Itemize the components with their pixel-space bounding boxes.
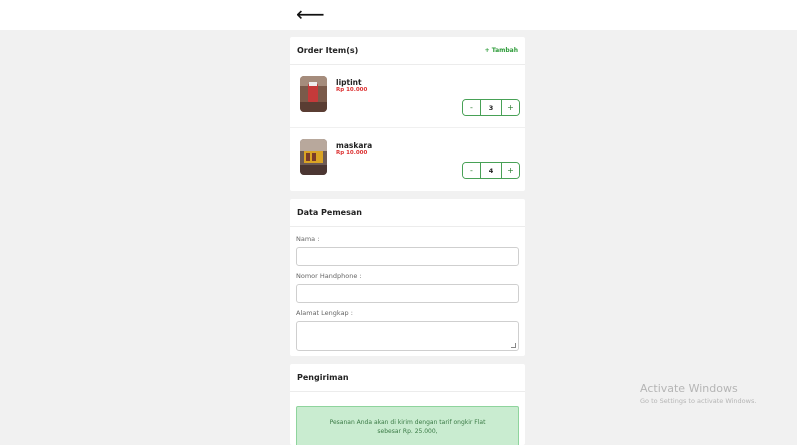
customer-data-title: Data Pemesan: [297, 208, 362, 217]
shipping-card: Pengiriman Pesanan Anda akan di kirim de…: [290, 364, 525, 445]
item-name: liptint: [336, 78, 362, 87]
back-arrow-icon[interactable]: ⟵: [296, 4, 325, 24]
customer-data-card: Data Pemesan Nama : Nomor Handphone : Al…: [290, 199, 525, 356]
item-price: Rp 10.000: [336, 87, 368, 93]
order-items-header: Order Item(s) + Tambah: [290, 37, 525, 65]
increment-button[interactable]: +: [502, 100, 519, 115]
shipping-notice: Pesanan Anda akan di kirim dengan tarif …: [296, 406, 519, 445]
increment-button[interactable]: +: [502, 163, 519, 178]
top-bar: ⟵: [0, 0, 797, 30]
quantity-stepper: - 3 +: [462, 99, 520, 116]
name-field[interactable]: [296, 247, 519, 266]
order-item: liptint Rp 10.000 - 3 +: [290, 65, 525, 128]
product-image: [300, 139, 327, 175]
product-image: [300, 76, 327, 112]
decrement-button[interactable]: -: [463, 100, 480, 115]
quantity-stepper: - 4 +: [462, 162, 520, 179]
order-item: maskara Rp 10.000 - 4 +: [290, 128, 525, 191]
item-name: maskara: [336, 141, 373, 150]
shipping-title: Pengiriman: [297, 373, 349, 382]
quantity-value: 4: [480, 163, 502, 178]
phone-label: Nomor Handphone :: [296, 272, 362, 280]
windows-activation-watermark: Activate Windows Go to Settings to activ…: [640, 382, 756, 405]
resize-handle-icon[interactable]: [511, 343, 516, 348]
shipping-header: Pengiriman: [290, 364, 525, 392]
decrement-button[interactable]: -: [463, 163, 480, 178]
address-label: Alamat Lengkap :: [296, 309, 353, 317]
watermark-subtitle: Go to Settings to activate Windows.: [640, 397, 757, 405]
customer-data-header: Data Pemesan: [290, 199, 525, 227]
add-item-link[interactable]: + Tambah: [485, 47, 518, 54]
watermark-title: Activate Windows: [640, 382, 738, 395]
customer-form: Nama : Nomor Handphone : Alamat Lengkap …: [290, 227, 525, 359]
order-items-card: Order Item(s) + Tambah liptint Rp 10.000…: [290, 37, 525, 191]
item-price: Rp 10.000: [336, 150, 368, 156]
order-items-title: Order Item(s): [297, 46, 359, 55]
name-label: Nama :: [296, 235, 320, 243]
phone-field[interactable]: [296, 284, 519, 303]
quantity-value: 3: [480, 100, 502, 115]
address-textarea[interactable]: [296, 321, 519, 351]
